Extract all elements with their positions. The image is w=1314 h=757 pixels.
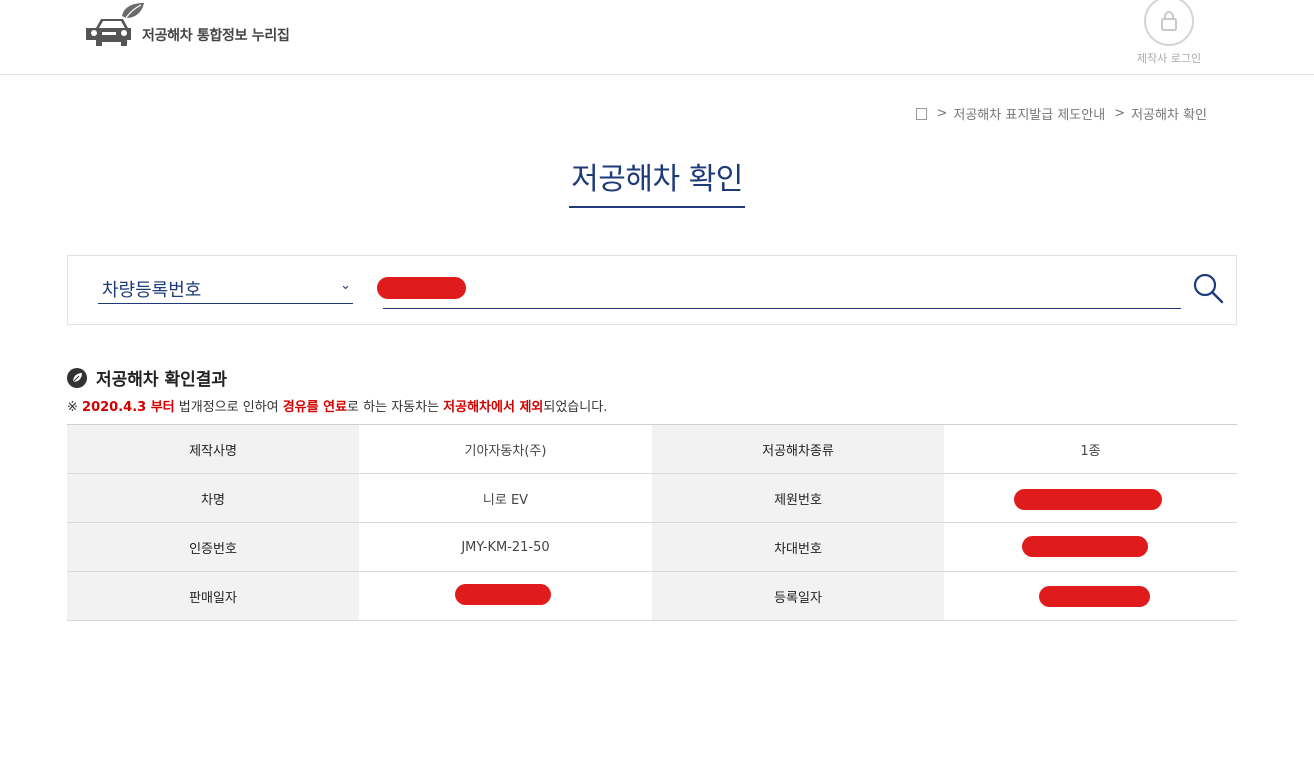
result-table: 제작사명 기아자동차(주) 저공해차종류 1종 차명 니로 EV 제원번호 인증… bbox=[67, 424, 1237, 621]
breadcrumb-separator: > bbox=[936, 106, 948, 121]
label-sale-date: 판매일자 bbox=[67, 571, 359, 621]
label-vin: 차대번호 bbox=[652, 522, 944, 572]
notice-excluded: 저공해차에서 제외 bbox=[443, 400, 544, 415]
value-low-emission-type: 1종 bbox=[944, 424, 1237, 474]
value-certification-number: JMY-KM-21-50 bbox=[359, 522, 652, 572]
fuel-notice: ※ 2020.4.3 부터 법개정으로 인하여 경유를 연료로 하는 자동차는 … bbox=[67, 396, 607, 415]
home-icon[interactable] bbox=[916, 107, 928, 120]
notice-fuel: 경유를 연료 bbox=[282, 400, 348, 415]
label-spec-number: 제원번호 bbox=[652, 473, 944, 523]
notice-text: 로 하는 자동차는 bbox=[347, 400, 444, 415]
label-manufacturer: 제작사명 bbox=[67, 424, 359, 474]
label-model-name: 차명 bbox=[67, 473, 359, 523]
value-spec-number bbox=[944, 473, 1237, 523]
table-row: 차명 니로 EV 제원번호 bbox=[67, 473, 1237, 523]
breadcrumb-separator: > bbox=[1114, 106, 1126, 121]
site-title: 저공해차 통합정보 누리집 bbox=[142, 28, 290, 44]
redacted-registration-date bbox=[1039, 586, 1150, 607]
car-leaf-logo-icon bbox=[86, 3, 144, 46]
page-title-wrap: 저공해차 확인 bbox=[0, 154, 1314, 208]
manufacturer-login-button[interactable]: 제작사 로그인 bbox=[1124, 0, 1214, 66]
notice-prefix: ※ bbox=[67, 400, 83, 415]
value-model-name: 니로 EV bbox=[359, 473, 652, 523]
label-low-emission-type: 저공해차종류 bbox=[652, 424, 944, 474]
chevron-down-icon: ⌄ bbox=[340, 278, 351, 293]
lock-icon bbox=[1161, 11, 1177, 31]
breadcrumb-item-label-guide[interactable]: 저공해차 표지발급 제도안내 bbox=[953, 104, 1105, 123]
search-input[interactable] bbox=[377, 273, 1181, 309]
redacted-spec-number bbox=[1014, 489, 1162, 510]
label-registration-date: 등록일자 bbox=[652, 571, 944, 621]
site-logo[interactable]: 저공해차 통합정보 누리집 bbox=[84, 2, 290, 54]
redacted-sale-date bbox=[455, 584, 551, 605]
redacted-search-value bbox=[377, 277, 466, 299]
site-header: 저공해차 통합정보 누리집 제작사 로그인 bbox=[0, 0, 1314, 75]
value-registration-date bbox=[944, 571, 1237, 621]
value-sale-date bbox=[359, 571, 652, 621]
breadcrumb-item-current[interactable]: 저공해차 확인 bbox=[1131, 104, 1207, 123]
notice-date: 2020.4.3 부터 bbox=[82, 400, 175, 415]
value-manufacturer: 기아자동차(주) bbox=[359, 424, 652, 474]
notice-text: 법개정으로 인하여 bbox=[174, 400, 283, 415]
table-row: 인증번호 JMY-KM-21-50 차대번호 bbox=[67, 522, 1237, 572]
breadcrumb: > 저공해차 표지발급 제도안내 > 저공해차 확인 bbox=[916, 104, 1207, 123]
search-panel: 차량등록번호 ⌄ bbox=[67, 255, 1237, 325]
search-icon[interactable] bbox=[1192, 272, 1224, 304]
login-label: 제작사 로그인 bbox=[1136, 52, 1202, 65]
login-circle bbox=[1144, 0, 1194, 46]
result-title: 저공해차 확인결과 bbox=[96, 370, 228, 390]
table-row: 제작사명 기아자동차(주) 저공해차종류 1종 bbox=[67, 424, 1237, 474]
redacted-vin bbox=[1022, 536, 1148, 557]
leaf-bullet-icon bbox=[67, 367, 87, 388]
notice-text: 되었습니다. bbox=[543, 400, 608, 415]
result-heading: 저공해차 확인결과 bbox=[67, 365, 227, 390]
value-vin bbox=[944, 522, 1237, 572]
table-row: 판매일자 등록일자 bbox=[67, 571, 1237, 621]
page-title: 저공해차 확인 bbox=[569, 154, 745, 208]
search-type-value: 차량등록번호 bbox=[102, 280, 202, 301]
search-type-select[interactable]: 차량등록번호 ⌄ bbox=[98, 276, 353, 304]
label-certification-number: 인증번호 bbox=[67, 522, 359, 572]
